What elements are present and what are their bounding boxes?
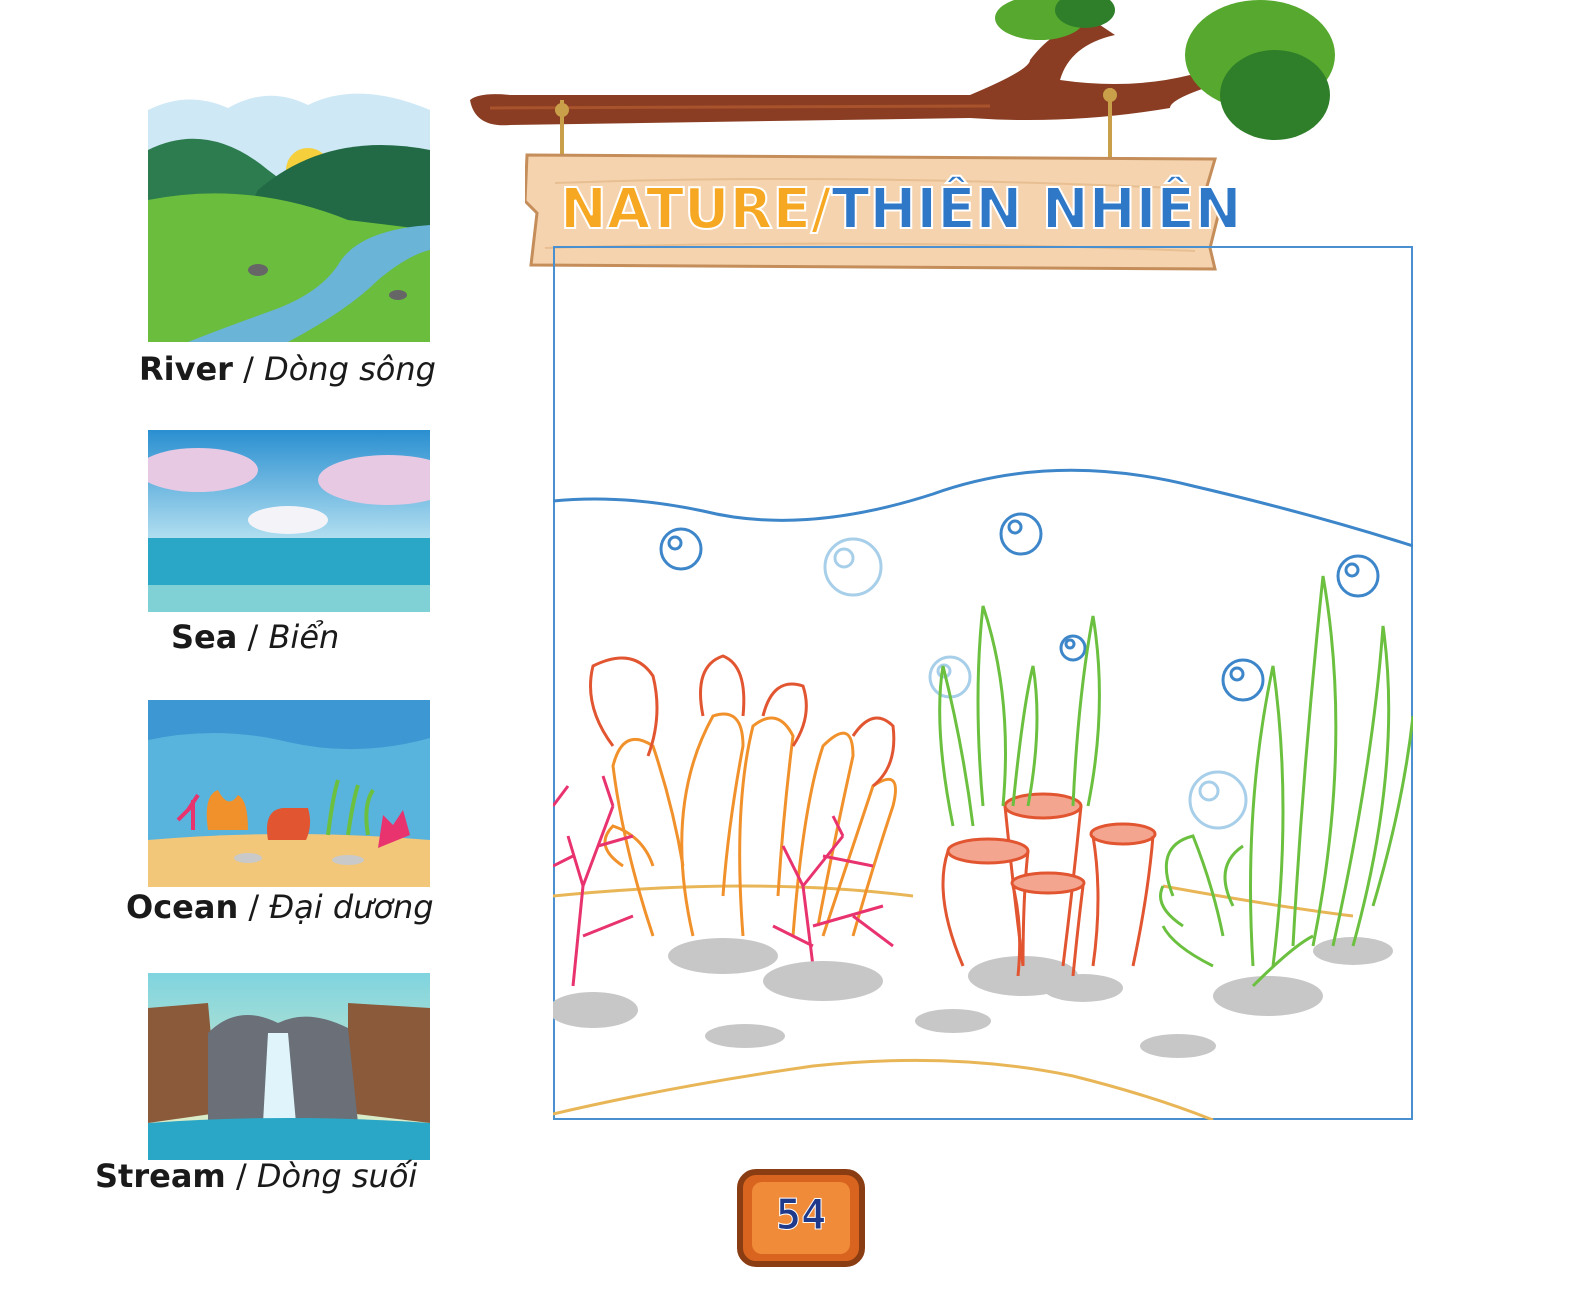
page-number: 54 bbox=[775, 1190, 827, 1240]
page-title: NATURE/THIÊN NHIÊN bbox=[559, 176, 1243, 243]
ocean-caption: Ocean / Đại dương bbox=[126, 888, 434, 926]
tree-branch-illustration bbox=[470, 0, 1335, 160]
ocean-vietnamese-label: Đại dương bbox=[269, 888, 434, 926]
river-landscape-illustration bbox=[148, 80, 430, 342]
stream-image bbox=[148, 973, 430, 1160]
river-english-label: River bbox=[139, 350, 233, 388]
orange-coral bbox=[603, 712, 897, 937]
stream-english-label: Stream bbox=[95, 1157, 226, 1195]
waterfall-stream-illustration bbox=[148, 973, 430, 1160]
ocean-english-label: Ocean bbox=[126, 888, 239, 926]
ocean-separator: / bbox=[238, 888, 270, 926]
sea-caption: Sea / Biển bbox=[171, 618, 339, 656]
stream-separator: / bbox=[225, 1157, 257, 1195]
page-title-english: NATURE/ bbox=[559, 176, 832, 243]
tube-coral bbox=[941, 792, 1157, 977]
stream-vietnamese-label: Dòng suối bbox=[256, 1157, 418, 1195]
sea-landscape-illustration bbox=[148, 430, 430, 612]
ocean-reef-illustration bbox=[148, 700, 430, 887]
red-coral-outline bbox=[589, 654, 896, 788]
sea-separator: / bbox=[237, 618, 269, 656]
rocks bbox=[553, 937, 1393, 1058]
stream-caption: Stream / Dòng suối bbox=[95, 1157, 417, 1195]
river-image bbox=[148, 80, 430, 342]
seaweed bbox=[938, 575, 1413, 988]
sea-vietnamese-label: Biển bbox=[268, 618, 340, 656]
coloring-scene bbox=[553, 246, 1413, 1120]
water-surface-line bbox=[553, 468, 1413, 548]
page-title-vietnamese: THIÊN NHIÊN bbox=[830, 176, 1242, 243]
sea-image bbox=[148, 430, 430, 612]
river-vietnamese-label: Dòng sông bbox=[264, 350, 436, 388]
river-caption: River / Dòng sông bbox=[139, 350, 436, 388]
river-separator: / bbox=[232, 350, 265, 388]
ocean-image bbox=[148, 700, 430, 887]
sand-line bbox=[553, 1058, 1214, 1120]
sea-english-label: Sea bbox=[171, 618, 238, 656]
